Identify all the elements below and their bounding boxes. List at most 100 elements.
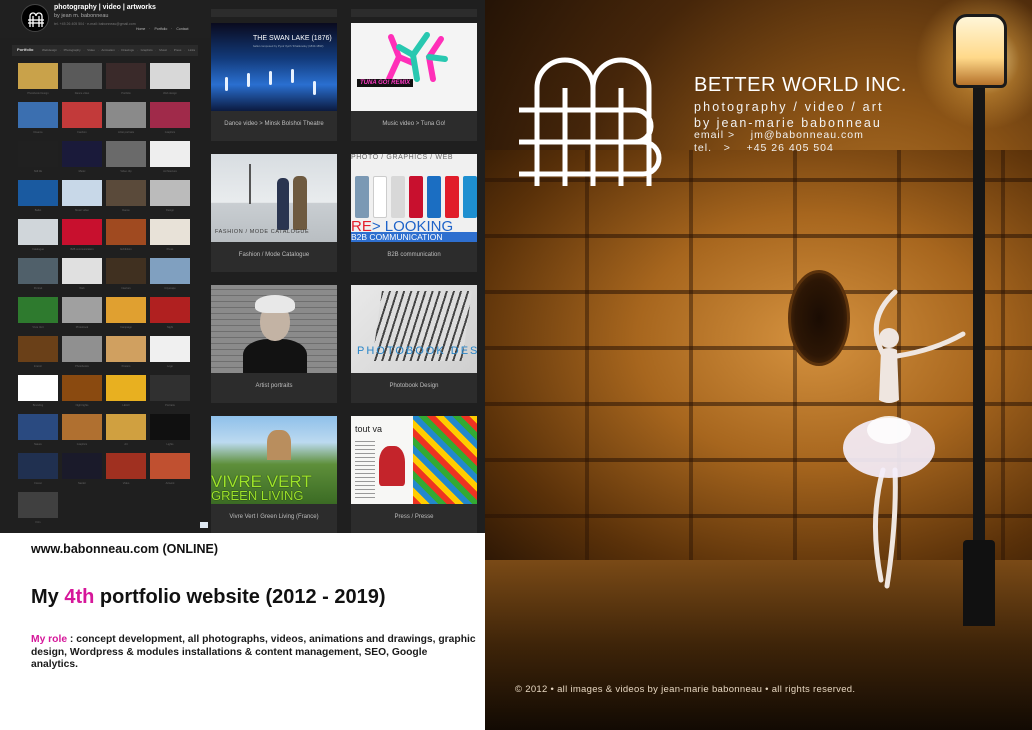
thumbnail-item[interactable]: Branding <box>18 375 58 407</box>
thumbnail-item[interactable]: Graphics <box>150 102 190 134</box>
thumbnail-image[interactable] <box>18 492 58 518</box>
card-vivre-vert[interactable]: VIVRE VERT GREEN LIVING Vivre Vert I Gre… <box>211 416 337 533</box>
card-image[interactable]: TUNA GO! REMIX <box>351 23 477 111</box>
thumbnail-item[interactable]: Interiors <box>106 258 146 290</box>
thumbnail-item[interactable]: Exhibition <box>106 219 146 251</box>
thumbnail-item[interactable]: Campaign <box>106 297 146 329</box>
card-b2b-communication[interactable]: PHOTO / GRAPHICS / WEB RE> LOOKING B2B C… <box>351 154 477 272</box>
site-logo-icon[interactable] <box>21 4 49 32</box>
thumbnail-image[interactable] <box>106 63 146 89</box>
card-label[interactable]: B2B communication <box>351 252 477 258</box>
thumbnail-image[interactable] <box>62 180 102 206</box>
thumbnail-item[interactable]: Film <box>18 492 58 524</box>
card-dance-video[interactable]: THE SWAN LAKE (1876) ballet composed by … <box>211 9 337 141</box>
thumbnail-item[interactable]: Ballet <box>18 180 58 212</box>
thumbnail-item[interactable]: Video clip <box>106 141 146 173</box>
thumbnail-image[interactable] <box>18 180 58 206</box>
thumbnail-image[interactable] <box>18 258 58 284</box>
card-fashion[interactable]: FASHION / MODE CATALOGUE Fashion / Mode … <box>211 154 337 272</box>
thumbnail-item[interactable]: Still life <box>18 141 58 173</box>
thumbnail-item[interactable]: Interior <box>18 336 58 368</box>
thumbnail-item[interactable]: Portrait <box>18 258 58 290</box>
card-image[interactable]: tout va <box>351 416 477 504</box>
thumbnail-image[interactable] <box>62 258 102 284</box>
thumbnail-item[interactable]: LEGO <box>106 375 146 407</box>
card-label[interactable]: Artist portraits <box>211 383 337 389</box>
thumbnail-item[interactable]: Posters <box>106 336 146 368</box>
thumbnail-item[interactable]: Forest <box>18 453 58 485</box>
thumbnail-item[interactable]: Lights <box>150 414 190 446</box>
card-image[interactable]: VIVRE VERT GREEN LIVING <box>211 416 337 504</box>
thumbnail-image[interactable] <box>150 414 190 440</box>
thumbnail-item[interactable]: Artist portraits <box>106 102 146 134</box>
thumbnail-image[interactable] <box>18 219 58 245</box>
thumbnail-image[interactable] <box>62 102 102 128</box>
card-label[interactable]: Music video > Tuna Go! <box>351 121 477 127</box>
thumbnail-image[interactable] <box>62 336 102 362</box>
thumbnail-item[interactable]: Web <box>62 258 102 290</box>
thumbnail-image[interactable] <box>150 141 190 167</box>
thumbnail-image[interactable] <box>106 336 146 362</box>
thumbnail-image[interactable] <box>150 375 190 401</box>
thumbnail-item[interactable]: Music video <box>62 180 102 212</box>
card-image[interactable] <box>211 285 337 373</box>
thumbnail-item[interactable]: Graphics <box>62 414 102 446</box>
thumbnail-image[interactable] <box>18 414 58 440</box>
thumbnail-item[interactable]: Dance video <box>62 63 102 95</box>
thumbnail-item[interactable]: Night lights <box>62 375 102 407</box>
thumbnail-item[interactable]: Dance <box>106 180 146 212</box>
card-artist-portraits[interactable]: Artist portraits <box>211 285 337 403</box>
thumbnail-image[interactable] <box>150 180 190 206</box>
thumbnail-item[interactable]: Music <box>62 141 102 173</box>
thumbnail-image[interactable] <box>18 102 58 128</box>
thumbnail-image[interactable] <box>150 453 190 479</box>
thumbnail-item[interactable]: Cityscape <box>150 258 190 290</box>
thumbnail-item[interactable]: Photobooks <box>62 336 102 368</box>
thumbnail-item[interactable]: B2B communication <box>62 219 102 251</box>
thumbnail-image[interactable] <box>62 375 102 401</box>
thumbnail-item[interactable]: Web design <box>150 63 190 95</box>
thumbnail-item[interactable]: Portraits <box>150 375 190 407</box>
card-image[interactable]: PHOTOBOOK DESIGN <box>351 285 477 373</box>
card-label[interactable]: Press / Presse <box>351 514 477 520</box>
brand-phone[interactable]: tel. > +45 26 405 504 <box>694 142 834 154</box>
thumbnail-item[interactable]: Logo <box>150 336 190 368</box>
thumbnail-image[interactable] <box>106 180 146 206</box>
thumbnail-image[interactable] <box>18 63 58 89</box>
card-music-video[interactable]: TUNA GO! REMIX Music video > Tuna Go! <box>351 9 477 141</box>
thumbnail-image[interactable] <box>106 258 146 284</box>
thumbnail-item[interactable]: Nardor <box>62 453 102 485</box>
thumbnail-image[interactable] <box>150 336 190 362</box>
card-label[interactable]: Fashion / Mode Catalogue <box>211 252 337 258</box>
thumbnail-image[interactable] <box>62 414 102 440</box>
thumbnail-image[interactable] <box>18 336 58 362</box>
thumbnail-image[interactable] <box>106 297 146 323</box>
thumbnail-image[interactable] <box>106 102 146 128</box>
thumbnail-item[interactable]: Catalogue <box>18 219 58 251</box>
thumbnail-image[interactable] <box>18 453 58 479</box>
thumbnail-item[interactable]: Architecture <box>150 141 190 173</box>
card-photobook-design[interactable]: PHOTOBOOK DESIGN Photobook Design <box>351 285 477 403</box>
footer-badge-icon[interactable] <box>200 522 208 528</box>
thumbnail-item[interactable]: Art <box>106 414 146 446</box>
thumbnail-image[interactable] <box>62 141 102 167</box>
thumbnail-item[interactable]: Vivre Vert <box>18 297 58 329</box>
thumbnail-image[interactable] <box>150 297 190 323</box>
thumbnail-image[interactable] <box>106 453 146 479</box>
thumbnail-item[interactable]: Dreams <box>18 102 58 134</box>
website-url[interactable]: www.babonneau.com (ONLINE) <box>31 542 218 556</box>
thumbnail-image[interactable] <box>18 297 58 323</box>
thumbnail-item[interactable]: Photobook Design <box>18 63 58 95</box>
thumbnail-image[interactable] <box>150 258 190 284</box>
brand-email[interactable]: email > jm@babonneau.com <box>694 129 864 141</box>
card-label[interactable]: Dance video > Minsk Bolshoi Theatre <box>211 121 337 127</box>
thumbnail-item[interactable]: Nature <box>18 414 58 446</box>
thumbnail-image[interactable] <box>62 297 102 323</box>
thumbnail-image[interactable] <box>62 453 102 479</box>
thumbnail-image[interactable] <box>150 219 190 245</box>
card-image[interactable]: FASHION / MODE CATALOGUE <box>211 154 337 242</box>
card-label[interactable]: Vivre Vert I Green Living (France) <box>211 514 337 520</box>
thumbnail-item[interactable]: Fashion <box>62 102 102 134</box>
thumbnail-item[interactable]: Photobook <box>62 297 102 329</box>
nav-home-link[interactable]: Portfolio <box>17 47 33 52</box>
